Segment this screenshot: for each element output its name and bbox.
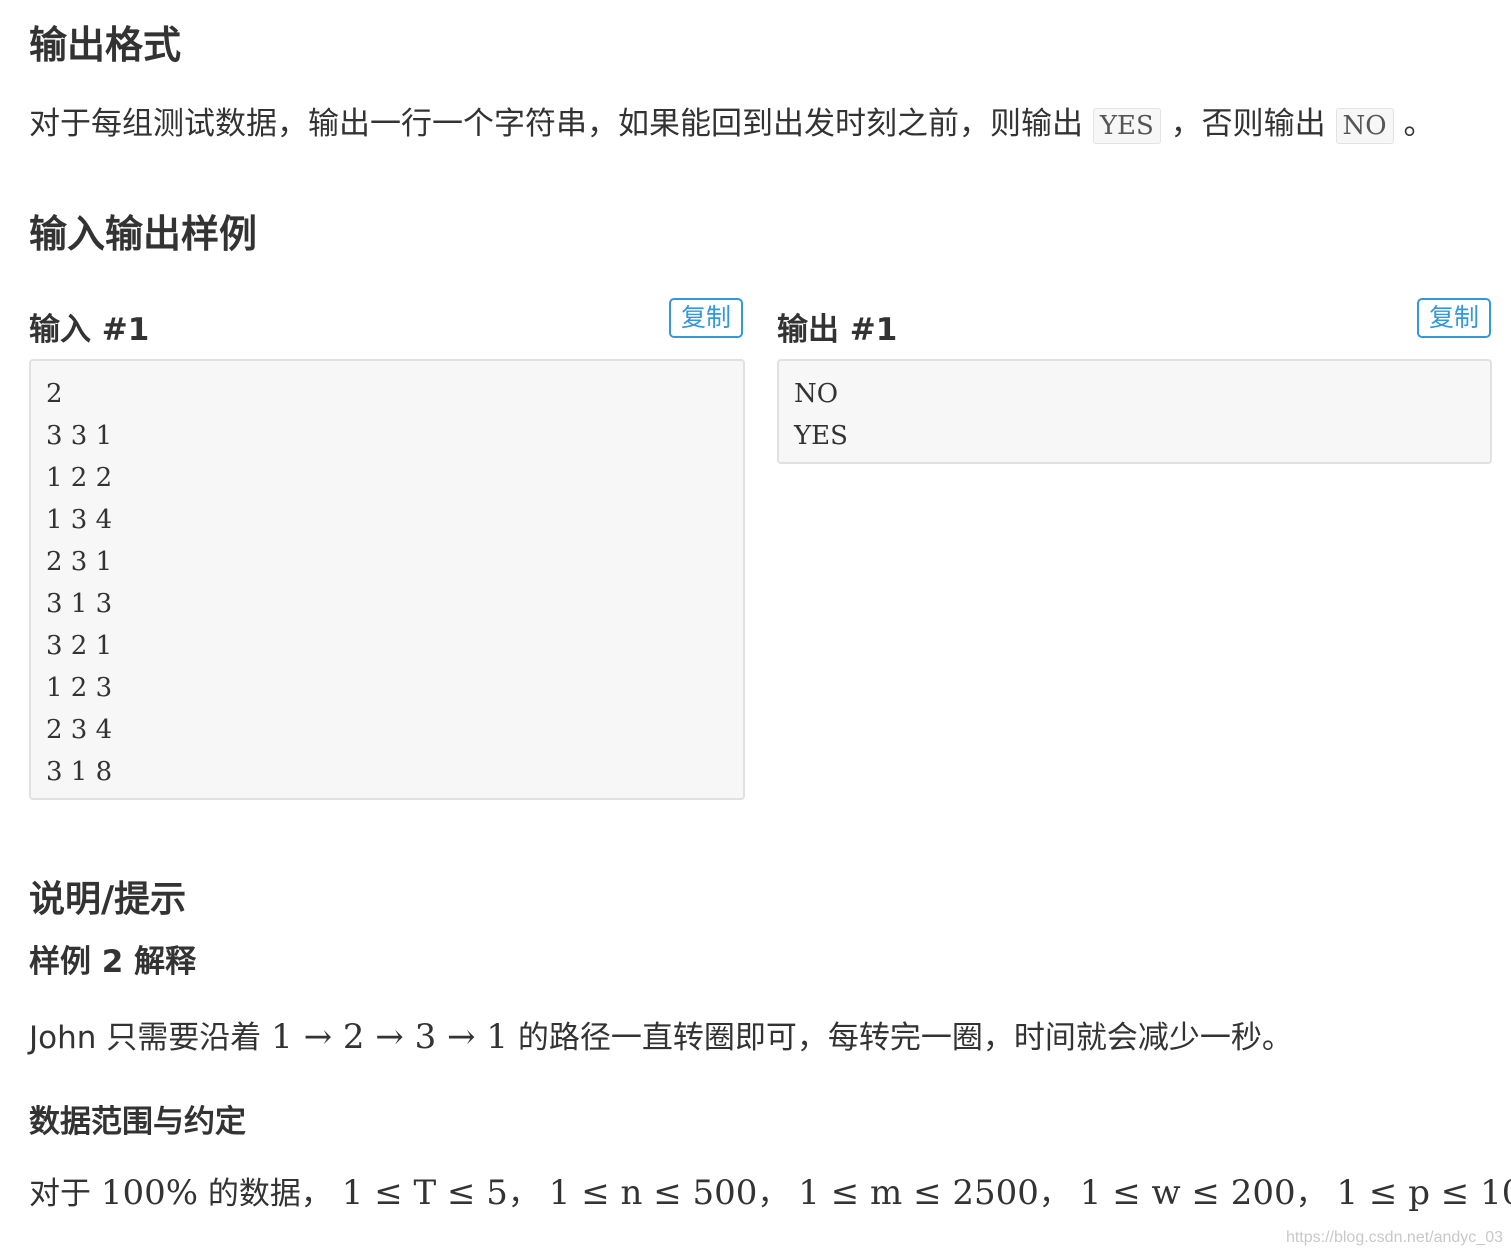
code-no: NO: [1335, 108, 1394, 144]
hint-heading: 说明/提示: [29, 879, 187, 920]
output-line: YES: [794, 421, 848, 451]
input-sample-title: 输入 #1: [29, 312, 150, 348]
explain-prefix: John 只需要沿着: [29, 1020, 262, 1056]
separator: ，: [757, 1176, 789, 1212]
input-line: 3 1 8: [46, 757, 113, 787]
explain-suffix: 的路径一直转圈即可，每转完一圈，时间就会减少一秒。: [517, 1020, 1293, 1056]
code-yes: YES: [1092, 108, 1161, 144]
output-sample-box: NO YES: [777, 359, 1492, 464]
input-line: 1 2 3: [46, 673, 113, 703]
sample-explain-heading: 样例 2 解释: [29, 944, 197, 980]
input-line: 1 3 4: [46, 505, 113, 535]
constraint-n: 1 ≤ n ≤ 500: [548, 1173, 758, 1213]
input-line: 2: [46, 379, 63, 409]
separator: ，: [1038, 1176, 1070, 1212]
output-line: NO: [794, 379, 839, 409]
output-format-text-middle: ，否则输出: [1170, 106, 1326, 142]
output-format-text-end: 。: [1403, 106, 1435, 142]
samples-heading: 输入输出样例: [29, 212, 258, 256]
input-sample-box: 2 3 3 1 1 2 2 1 3 4 2 3 1 3 1 3 3 2 1 1 2 3 2 3 …: [29, 359, 745, 800]
output-sample-title: 输出 #1: [777, 312, 898, 348]
watermark: https://blog.csdn.net/andyc_03: [1285, 1229, 1503, 1246]
separator: ，: [507, 1176, 539, 1212]
constraint-t: 1 ≤ T ≤ 5: [341, 1173, 508, 1213]
output-format-text: 对于每组测试数据，输出一行一个字符串，如果能回到出发时刻之前，则输出 YES ，…: [29, 98, 1435, 144]
copy-output-button[interactable]: 复制: [1417, 298, 1491, 338]
range-prefix: 对于: [29, 1176, 91, 1212]
input-line: 1 2 2: [46, 463, 113, 493]
range-heading: 数据范围与约定: [29, 1104, 246, 1140]
range-percent: 100%: [100, 1173, 199, 1213]
range-mid: 的数据，: [207, 1176, 332, 1212]
input-line: 3 1 3: [46, 589, 113, 619]
constraint-p: 1 ≤ p ≤ 10⁴: [1336, 1173, 1511, 1213]
separator: ，: [1295, 1176, 1327, 1212]
input-line: 3 2 1: [46, 631, 113, 661]
input-line: 2 3 1: [46, 547, 113, 577]
sample-explain-text: John 只需要沿着 1 → 2 → 3 → 1 的路径一直转圈即可，每转完一圈…: [29, 1012, 1293, 1057]
output-format-text-before: 对于每组测试数据，输出一行一个字符串，如果能回到出发时刻之前，则输出: [29, 106, 1083, 142]
input-line: 3 3 1: [46, 421, 113, 451]
copy-input-button[interactable]: 复制: [669, 298, 743, 338]
input-line: 2 3 4: [46, 715, 113, 745]
output-format-heading: 输出格式: [29, 23, 182, 67]
constraint-m: 1 ≤ m ≤ 2500: [798, 1173, 1039, 1213]
constraint-w: 1 ≤ w ≤ 200: [1079, 1173, 1296, 1213]
range-text: 对于 100% 的数据， 1 ≤ T ≤ 5， 1 ≤ n ≤ 500， 1 ≤…: [29, 1168, 1511, 1213]
explain-math: 1 → 2 → 3 → 1: [271, 1017, 508, 1057]
